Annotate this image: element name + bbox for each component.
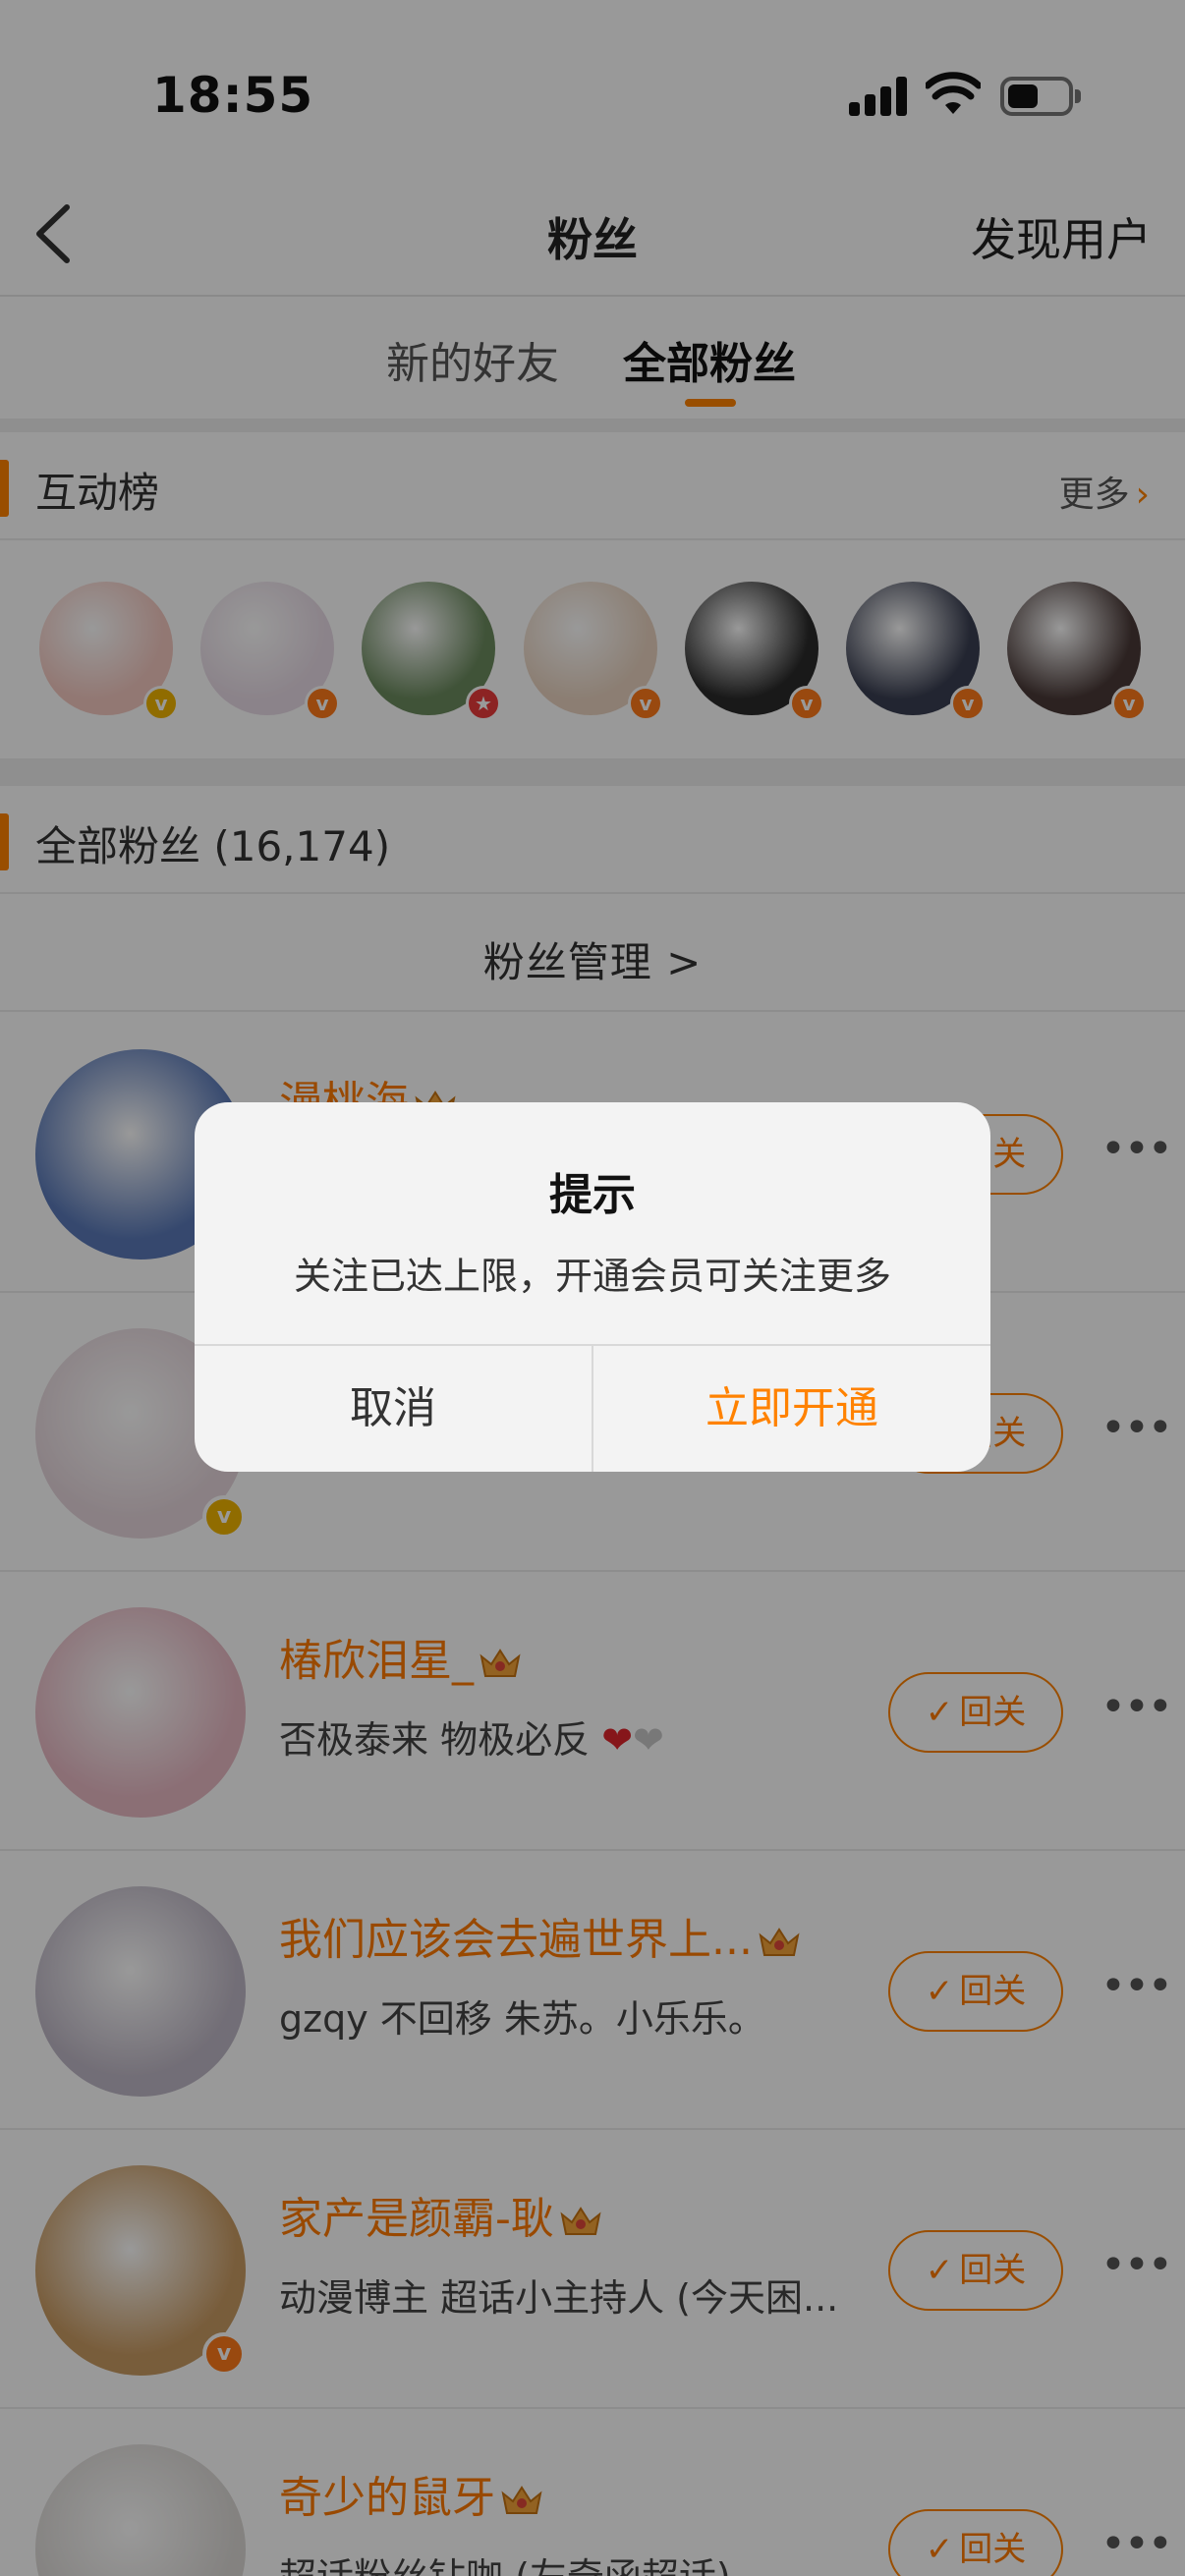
open-membership-button[interactable]: 立即开通	[593, 1346, 990, 1472]
cancel-button[interactable]: 取消	[195, 1346, 592, 1472]
dialog-message: 关注已达上限，开通会员可关注更多	[293, 1255, 891, 1298]
alert-dialog: 提示 关注已达上限，开通会员可关注更多 取消 立即开通	[195, 1102, 990, 1472]
dialog-title: 提示	[549, 1170, 636, 1220]
